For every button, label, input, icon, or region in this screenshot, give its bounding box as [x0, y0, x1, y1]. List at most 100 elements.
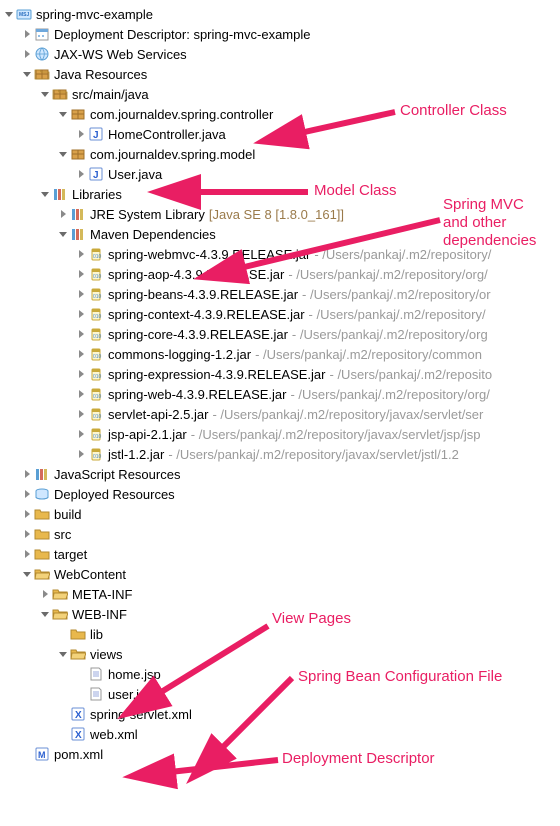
tree-item-label: com.journaldev.spring.controller: [90, 107, 273, 122]
chevron-right-icon[interactable]: [76, 129, 86, 139]
tree-item-label: spring-expression-4.3.9.RELEASE.jar: [108, 367, 326, 382]
tree-item-label: JRE System Library: [90, 207, 205, 222]
chevron-right-icon[interactable]: [22, 509, 32, 519]
chevron-right-icon[interactable]: [22, 29, 32, 39]
tree-item[interactable]: Deployment Descriptor: spring-mvc-exampl…: [4, 24, 560, 44]
tree-item-label: target: [54, 547, 87, 562]
folder-icon: [52, 586, 68, 602]
chevron-right-icon[interactable]: [58, 209, 68, 219]
jar-icon: 010: [88, 246, 104, 262]
tree-item[interactable]: 010spring-beans-4.3.9.RELEASE.jar- /User…: [4, 284, 560, 304]
tree-item[interactable]: Xweb.xml: [4, 724, 560, 744]
chevron-right-icon[interactable]: [76, 389, 86, 399]
chevron-down-icon[interactable]: [58, 649, 68, 659]
chevron-down-icon[interactable]: [58, 149, 68, 159]
jre-library-icon: [70, 206, 86, 222]
tree-item[interactable]: 010jstl-1.2.jar- /Users/pankaj/.m2/repos…: [4, 444, 560, 464]
tree-item[interactable]: 010spring-web-4.3.9.RELEASE.jar- /Users/…: [4, 384, 560, 404]
java-file-icon: J: [88, 126, 104, 142]
tree-item[interactable]: Java Resources: [4, 64, 560, 84]
tree-item-suffix: - /Users/pankaj/.m2/repository/org: [292, 327, 488, 342]
tree-item[interactable]: JHomeController.java: [4, 124, 560, 144]
spacer: [58, 629, 68, 639]
svg-text:010: 010: [93, 414, 102, 420]
folder-icon: [52, 606, 68, 622]
tree-item[interactable]: JRE System Library[Java SE 8 [1.8.0_161]…: [4, 204, 560, 224]
chevron-right-icon[interactable]: [76, 289, 86, 299]
tree-item-suffix: - /Users/pankaj/.m2/repository/or: [302, 287, 491, 302]
chevron-down-icon[interactable]: [58, 109, 68, 119]
chevron-right-icon[interactable]: [76, 309, 86, 319]
jsp-file-icon: [88, 666, 104, 682]
tree-item[interactable]: build: [4, 504, 560, 524]
tree-item[interactable]: JavaScript Resources: [4, 464, 560, 484]
tree-item-label: user.jsp: [108, 687, 153, 702]
tree-item[interactable]: home.jsp: [4, 664, 560, 684]
tree-item[interactable]: JAX-WS Web Services: [4, 44, 560, 64]
tree-item[interactable]: target: [4, 544, 560, 564]
chevron-right-icon[interactable]: [76, 349, 86, 359]
tree-item[interactable]: Xspring-servlet.xml: [4, 704, 560, 724]
tree-item[interactable]: com.journaldev.spring.model: [4, 144, 560, 164]
folder-icon: [70, 626, 86, 642]
chevron-down-icon[interactable]: [40, 89, 50, 99]
tree-item[interactable]: 010spring-aop-4.3.9.RELEASE.jar- /Users/…: [4, 264, 560, 284]
tree-item-label: WEB-INF: [72, 607, 127, 622]
chevron-down-icon[interactable]: [22, 69, 32, 79]
spacer: [76, 689, 86, 699]
tree-item[interactable]: src/main/java: [4, 84, 560, 104]
tree-item[interactable]: Mpom.xml: [4, 744, 560, 764]
chevron-right-icon[interactable]: [22, 549, 32, 559]
tree-item[interactable]: JUser.java: [4, 164, 560, 184]
tree-item-label: Deployment Descriptor: spring-mvc-exampl…: [54, 27, 310, 42]
tree-item[interactable]: com.journaldev.spring.controller: [4, 104, 560, 124]
chevron-right-icon[interactable]: [22, 469, 32, 479]
tree-item[interactable]: WEB-INF: [4, 604, 560, 624]
chevron-right-icon[interactable]: [76, 449, 86, 459]
tree-item[interactable]: 010spring-webmvc-4.3.9.RELEASE.jar- /Use…: [4, 244, 560, 264]
xml-file-icon: X: [70, 726, 86, 742]
tree-item[interactable]: views: [4, 644, 560, 664]
tree-item-label: home.jsp: [108, 667, 161, 682]
chevron-right-icon[interactable]: [22, 49, 32, 59]
chevron-down-icon[interactable]: [40, 189, 50, 199]
chevron-right-icon[interactable]: [76, 369, 86, 379]
tree-item-suffix: - /Users/pankaj/.m2/repository/javax/ser…: [212, 407, 483, 422]
chevron-right-icon[interactable]: [76, 329, 86, 339]
svg-text:X: X: [75, 710, 82, 721]
tree-item[interactable]: WebContent: [4, 564, 560, 584]
tree-item-label: commons-logging-1.2.jar: [108, 347, 251, 362]
chevron-down-icon[interactable]: [58, 229, 68, 239]
tree-item[interactable]: 010spring-core-4.3.9.RELEASE.jar- /Users…: [4, 324, 560, 344]
chevron-right-icon[interactable]: [22, 489, 32, 499]
chevron-right-icon[interactable]: [76, 169, 86, 179]
tree-item-label: web.xml: [90, 727, 138, 742]
jar-icon: 010: [88, 286, 104, 302]
chevron-down-icon[interactable]: [22, 569, 32, 579]
tree-item[interactable]: 010commons-logging-1.2.jar- /Users/panka…: [4, 344, 560, 364]
chevron-down-icon[interactable]: [40, 609, 50, 619]
chevron-right-icon[interactable]: [76, 269, 86, 279]
tree-item[interactable]: 010jsp-api-2.1.jar- /Users/pankaj/.m2/re…: [4, 424, 560, 444]
folder-icon: [34, 506, 50, 522]
tree-item[interactable]: lib: [4, 624, 560, 644]
tree-item[interactable]: MSJspring-mvc-example: [4, 4, 560, 24]
tree-item[interactable]: Maven Dependencies: [4, 224, 560, 244]
chevron-right-icon[interactable]: [76, 409, 86, 419]
svg-text:MSJ: MSJ: [19, 12, 30, 18]
tree-item[interactable]: 010spring-expression-4.3.9.RELEASE.jar- …: [4, 364, 560, 384]
tree-item[interactable]: user.jsp: [4, 684, 560, 704]
folder-icon: [34, 546, 50, 562]
tree-item[interactable]: Libraries: [4, 184, 560, 204]
tree-item[interactable]: src: [4, 524, 560, 544]
chevron-down-icon[interactable]: [4, 9, 14, 19]
chevron-right-icon[interactable]: [76, 249, 86, 259]
deployed-resources-icon: [34, 486, 50, 502]
tree-item[interactable]: 010servlet-api-2.5.jar- /Users/pankaj/.m…: [4, 404, 560, 424]
tree-item[interactable]: META-INF: [4, 584, 560, 604]
tree-item[interactable]: 010spring-context-4.3.9.RELEASE.jar- /Us…: [4, 304, 560, 324]
chevron-right-icon[interactable]: [40, 589, 50, 599]
chevron-right-icon[interactable]: [22, 529, 32, 539]
tree-item[interactable]: Deployed Resources: [4, 484, 560, 504]
chevron-right-icon[interactable]: [76, 429, 86, 439]
